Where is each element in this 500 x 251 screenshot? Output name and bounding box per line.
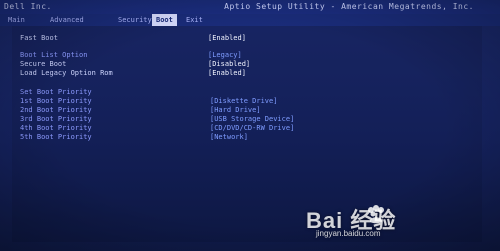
setting-value: [Disabled]: [208, 60, 251, 68]
tab-main[interactable]: Main: [4, 14, 29, 26]
watermark-url: jingyan.baidu.com: [316, 229, 381, 238]
priority-value: [CD/DVD/CD-RW Drive]: [210, 124, 295, 132]
boot-setting-row[interactable]: Fast Boot: [20, 33, 58, 43]
boot-priority-row[interactable]: 5th Boot Priority: [20, 132, 92, 142]
priority-label: 3rd Boot Priority: [20, 115, 92, 123]
setting-label: Boot List Option: [20, 51, 88, 59]
priority-value: [Diskette Drive]: [210, 97, 278, 105]
section-label: Set Boot Priority: [20, 88, 92, 96]
priority-value: [USB Storage Device]: [210, 115, 295, 123]
baidu-paw-icon: [368, 205, 384, 224]
setting-label: Secure Boot: [20, 60, 67, 68]
priority-value: [Network]: [210, 133, 248, 141]
setting-label: Load Legacy Option Rom: [20, 69, 113, 77]
setting-value: [Enabled]: [208, 34, 246, 42]
tab-boot[interactable]: Boot: [152, 14, 177, 26]
tab-exit[interactable]: Exit: [182, 14, 207, 26]
vendor-label: Dell Inc.: [4, 2, 52, 11]
tab-bar: Main Advanced Security Boot Exit: [0, 14, 500, 26]
tab-security[interactable]: Security: [114, 14, 156, 26]
priority-label: 1st Boot Priority: [20, 97, 92, 105]
baidu-watermark: Bai 经验 jingyan.baidu.com: [306, 203, 476, 243]
boot-setting-value[interactable]: [Enabled]: [208, 33, 246, 43]
boot-priority-value[interactable]: [Network]: [210, 132, 248, 142]
priority-value: [Hard Drive]: [210, 106, 261, 114]
setting-value: [Enabled]: [208, 69, 246, 77]
titlebar: Dell Inc. Aptio Setup Utility - American…: [0, 0, 500, 14]
priority-label: 2nd Boot Priority: [20, 106, 92, 114]
setting-label: Fast Boot: [20, 34, 58, 42]
boot-setting-value[interactable]: [Enabled]: [208, 68, 246, 78]
priority-label: 5th Boot Priority: [20, 133, 92, 141]
priority-label: 4th Boot Priority: [20, 124, 92, 132]
bios-setup-screen: Dell Inc. Aptio Setup Utility - American…: [0, 0, 500, 251]
tab-advanced[interactable]: Advanced: [46, 14, 88, 26]
utility-title: Aptio Setup Utility - American Megatrend…: [224, 2, 474, 11]
boot-setting-row[interactable]: Load Legacy Option Rom: [20, 68, 113, 78]
setting-value: [Legacy]: [208, 51, 242, 59]
